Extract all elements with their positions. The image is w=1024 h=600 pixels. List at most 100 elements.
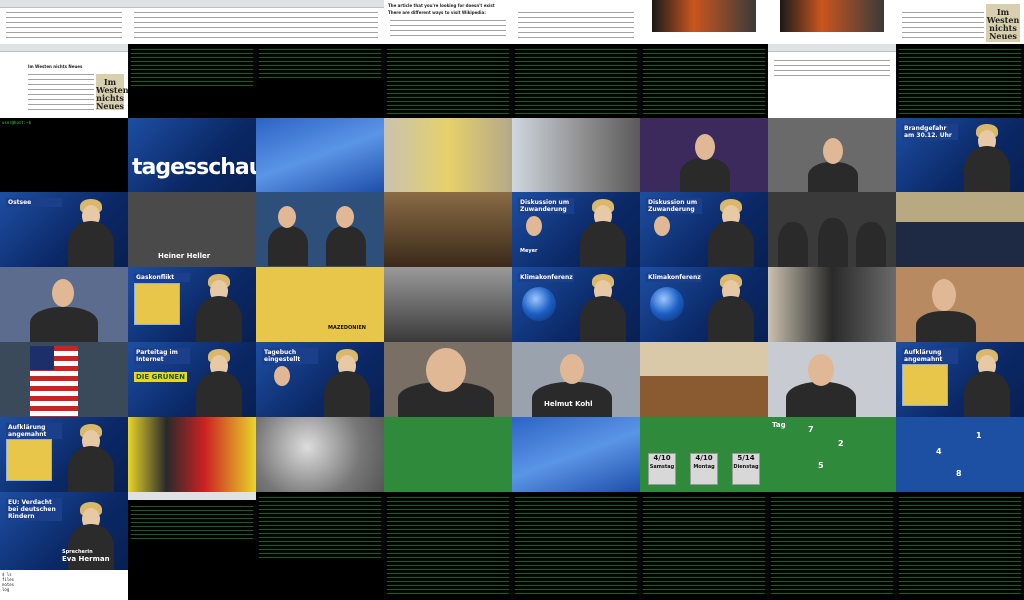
terminal-window-10[interactable] [384,492,512,600]
tv-thumbnail-kohl-portrait[interactable] [768,342,896,417]
browser-window-wiki[interactable] [0,0,128,44]
video-thumbnail-guitar-2[interactable] [768,0,896,44]
tv-thumbnail-press-conference[interactable] [512,118,640,192]
tv-thumbnail-anchor-verdacht[interactable]: EU: Verdacht bei deutschen Rindern Sprec… [0,492,128,570]
video-frame [384,118,512,192]
speaker-body [30,307,98,342]
tv-thumbnail-satellite-clouds[interactable] [256,417,384,492]
tv-thumbnail-group-photo[interactable] [896,192,1024,267]
article-text [518,10,634,40]
tv-thumbnail-interview[interactable] [896,267,1024,342]
speaker-body [778,222,808,267]
anchor-body [68,446,114,492]
terminal-window-2[interactable] [256,44,384,118]
book-cover-text: Im Westen nichts Neues [986,7,1020,41]
tv-thumbnail-kohl-press[interactable]: Helmut Kohl [512,342,640,417]
browser-window-wiki-2[interactable]: Im Westen nichts Neues [896,0,1024,44]
book-cover-image: Im Westen nichts Neues [96,74,128,110]
tv-thumbnail-diplomats[interactable] [768,192,896,267]
browser-tab-bar[interactable] [0,0,128,8]
tv-thumbnail-weather-map-2[interactable]: Tag 7 2 5 [768,417,896,492]
tv-thumbnail-anchor-klima-1[interactable]: Klimakonferenz [512,267,640,342]
article-text [134,10,378,40]
speaker-name: Eva Herman [62,555,110,563]
browser-tab-bar[interactable] [128,0,384,8]
tv-thumbnail-weather-forecast[interactable]: 4/10 Samstag 4/10 Montag 5/14 Dienstag [640,417,768,492]
tv-thumbnail-riot-police[interactable]: Heiner Heller [128,192,256,267]
tv-thumbnail-anchor-zuwanderung-1[interactable]: Diskussion um Zuwanderung Meyer [512,192,640,267]
browser-window-wiki-main[interactable]: Im Westen nichts Neues Im Westen nichts … [0,44,128,118]
wiki-page-title: Im Westen nichts Neues [28,64,83,69]
tv-thumbnail-anchor-tagebuch[interactable]: Tagebuch eingestellt [256,342,384,417]
browser-window-article-2[interactable] [512,0,640,44]
terminal-output [387,495,509,597]
speaker-face [808,354,834,386]
tv-thumbnail-anchor-klima-2[interactable]: Klimakonferenz [640,267,768,342]
tv-thumbnail-tagesschau-logo[interactable]: tagesschau [128,118,256,192]
weather-value: 7 [808,425,814,434]
tv-thumbnail-macedonia-map[interactable]: MAZEDONIEN [256,267,384,342]
terminal-window-11[interactable] [512,492,640,600]
tv-thumbnail-anchor-aufklaerung-1[interactable]: Aufklärung angemahnt [896,342,1024,417]
tv-thumbnail-meeting-room[interactable] [384,192,512,267]
anchor-body [964,146,1010,192]
browser-window-notfound[interactable]: The article that you're looking for does… [384,0,512,44]
tv-thumbnail-anchor-brand[interactable]: Brandgefahr am 30.12. Uhr [896,118,1024,192]
inset-map [902,364,948,406]
weather-value: 1 [976,431,982,440]
tv-thumbnail-press-mics[interactable] [256,192,384,267]
tv-thumbnail-kohl-closeup[interactable] [384,342,512,417]
terminal-window-5[interactable] [640,44,768,118]
text-editor-window[interactable]: $ ls files notes log [0,570,128,600]
inset-map [6,439,52,481]
notfound-title: The article that you're looking for does… [388,3,495,8]
tv-thumbnail-court-room[interactable] [640,342,768,417]
tv-thumbnail-crowd[interactable] [384,267,512,342]
europe-map [512,417,640,492]
tv-thumbnail-europe-map[interactable] [256,118,384,192]
browser-tab-bar[interactable] [768,44,896,52]
terminal-window-13[interactable] [768,492,896,600]
terminal-window-4[interactable] [512,44,640,118]
terminal-window-14[interactable] [896,492,1024,600]
caption-kohl: Helmut Kohl [544,400,593,408]
tv-thumbnail-anchor-zuwanderung-2[interactable]: Diskussion um Zuwanderung [640,192,768,267]
forecast-day-2: 4/10 Montag [690,453,718,485]
caption-aufklaerung: Aufklärung angemahnt [902,348,958,364]
terminal-window-7[interactable]: user@host:~$ [0,118,128,192]
tv-thumbnail-anchor-ostsee[interactable]: Ostsee [0,192,128,267]
tv-thumbnail-europe-map-2[interactable] [512,417,640,492]
inset-face [526,216,542,236]
speaker-face-2 [336,206,354,228]
tv-thumbnail-anchor-aufklaerung-2[interactable]: Aufklärung angemahnt [0,417,128,492]
us-flag-canton [30,346,54,370]
terminal-output [515,47,637,115]
speaker-face [695,134,715,160]
browser-window-article[interactable] [128,0,384,44]
video-thumbnail-guitar-1[interactable] [640,0,768,44]
caption-zuwanderung: Diskussion um Zuwanderung [646,198,702,214]
browser-tab-bar[interactable] [0,44,128,52]
tv-thumbnail-ski-jumpers[interactable] [128,417,256,492]
inset-face [274,366,290,386]
terminal-titlebar[interactable] [128,492,256,500]
terminal-window-9[interactable] [256,492,384,600]
tv-thumbnail-schroeder[interactable] [640,118,768,192]
tv-thumbnail-schroeder-desk[interactable] [0,267,128,342]
tv-thumbnail-us-flag[interactable] [0,342,128,417]
tv-thumbnail-anchor-parteitag[interactable]: Parteitag im Internet DIE GRÜNEN [128,342,256,417]
tv-thumbnail-lab-jars[interactable] [384,118,512,192]
tv-thumbnail-politician[interactable] [768,118,896,192]
tv-thumbnail-anchor-gaskonflikt[interactable]: Gaskonflikt [128,267,256,342]
terminal-window-12[interactable] [640,492,768,600]
browser-window-article-3[interactable] [768,44,896,118]
tv-thumbnail-weather-map-1[interactable] [384,417,512,492]
video-frame [768,267,896,342]
tv-thumbnail-corridor[interactable] [768,267,896,342]
terminal-window-8[interactable] [128,492,256,600]
video-frame [128,417,256,492]
terminal-window-1[interactable] [128,44,256,118]
terminal-window-3[interactable] [384,44,512,118]
terminal-window-6[interactable] [896,44,1024,118]
tv-thumbnail-weather-map-3[interactable]: 4 1 8 [896,417,1024,492]
